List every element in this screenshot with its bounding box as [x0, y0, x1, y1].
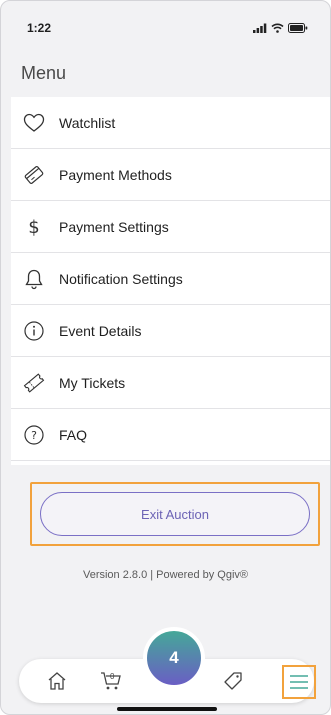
menu-item-payment-methods[interactable]: Payment Methods — [11, 149, 330, 201]
bell-icon — [23, 268, 45, 290]
menu-item-label: Watchlist — [59, 115, 116, 131]
status-bar: 1:22 — [1, 1, 330, 45]
app-screen: 1:22 Menu Watchlist Payment Methods $ Pa… — [0, 0, 331, 715]
heart-icon — [23, 112, 45, 134]
svg-text:?: ? — [31, 429, 37, 442]
svg-text:$: $ — [28, 217, 39, 238]
menu-item-label: Notification Settings — [59, 271, 183, 287]
status-time: 1:22 — [27, 21, 52, 35]
dollar-icon: $ — [23, 216, 45, 238]
menu-item-payment-settings[interactable]: $ Payment Settings — [11, 201, 330, 253]
menu-title: Menu — [21, 63, 67, 83]
ticket-icon — [23, 372, 45, 394]
question-icon: ? — [23, 424, 45, 446]
tab-menu[interactable] — [282, 665, 316, 699]
menu-item-label: Payment Methods — [59, 167, 172, 183]
menu-item-notification-settings[interactable]: Notification Settings — [11, 253, 330, 305]
exit-auction-button[interactable]: Exit Auction — [40, 492, 310, 536]
menu-item-label: Event Details — [59, 323, 142, 339]
wifi-icon — [271, 23, 284, 33]
home-icon — [48, 672, 66, 690]
signal-icon — [253, 23, 267, 33]
menu-item-label: Payment Settings — [59, 219, 169, 235]
menu-list: Watchlist Payment Methods $ Payment Sett… — [11, 97, 330, 465]
menu-item-faq[interactable]: ? FAQ — [11, 409, 330, 461]
menu-item-event-details[interactable]: Event Details — [11, 305, 330, 357]
menu-item-my-tickets[interactable]: My Tickets — [11, 357, 330, 409]
center-action-button[interactable]: 4 — [143, 627, 205, 689]
menu-item-watchlist[interactable]: Watchlist — [11, 97, 330, 149]
battery-icon — [288, 23, 308, 33]
cart-count: 0 — [110, 672, 115, 681]
version-text: Version 2.8.0 | Powered by Qgiv® — [82, 569, 249, 581]
home-indicator — [117, 707, 217, 711]
hamburger-icon — [290, 675, 308, 689]
card-icon — [23, 164, 45, 186]
tab-tags[interactable] — [219, 667, 247, 695]
info-icon — [23, 320, 45, 342]
exit-auction-highlight: Exit Auction — [30, 482, 320, 546]
menu-item-label: My Tickets — [59, 375, 126, 391]
tab-cart[interactable]: 0 — [97, 667, 125, 695]
menu-item-label: FAQ — [59, 427, 88, 443]
status-icons — [253, 23, 308, 33]
tab-home[interactable] — [43, 667, 71, 695]
tag-icon — [224, 672, 242, 690]
